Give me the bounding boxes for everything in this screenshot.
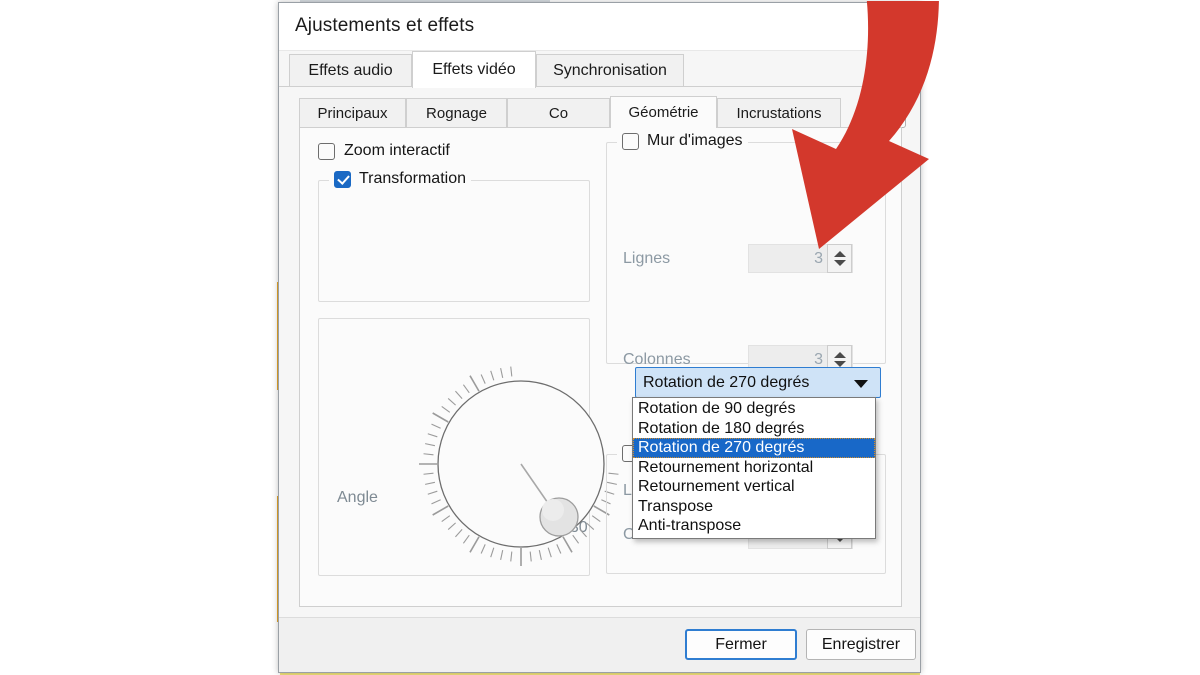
- tab-incrustations[interactable]: Incrustations: [717, 98, 841, 128]
- checkbox-box[interactable]: [334, 170, 351, 188]
- screen: Ajustements et effets x Effets audio Eff…: [0, 0, 1200, 675]
- chevron-right-icon[interactable]: [882, 97, 906, 128]
- dropdown-option[interactable]: Transpose: [633, 497, 875, 517]
- caret-up-icon[interactable]: [833, 251, 846, 257]
- checkbox-zoom-interactif[interactable]: Zoom interactif: [318, 142, 450, 160]
- dropdown-option[interactable]: Rotation de 180 degrés: [633, 419, 875, 439]
- tab-rognage[interactable]: Rognage: [406, 98, 507, 128]
- dropdown-option[interactable]: Retournement vertical: [633, 477, 875, 497]
- enregistrer-button[interactable]: Enregistrer: [806, 629, 916, 660]
- checkbox-label: Zoom interactif: [344, 142, 450, 159]
- dialog-title: Ajustements et effets: [295, 15, 475, 36]
- angle-dial[interactable]: [401, 349, 641, 589]
- checkbox-box[interactable]: [622, 132, 639, 150]
- mur-lignes-stepper[interactable]: [827, 244, 852, 273]
- geometrie-panel: Zoom interactif Transformation Angle 330: [299, 127, 902, 607]
- combobox-value: Rotation de 270 degrés: [643, 373, 810, 391]
- tab-effets-audio[interactable]: Effets audio: [289, 54, 412, 87]
- group-mur-dimages-header[interactable]: Mur d'images: [617, 132, 748, 150]
- tab-page-effets-video: Principaux Rognage Co Géométrie Incrusta…: [279, 87, 920, 619]
- tab-synchronisation[interactable]: Synchronisation: [536, 54, 684, 87]
- close-icon[interactable]: x: [881, 12, 911, 42]
- caret-down-icon[interactable]: [833, 260, 846, 266]
- inner-tab-bar: Principaux Rognage Co Géométrie Incrusta…: [299, 96, 906, 128]
- dropdown-option[interactable]: Rotation de 90 degrés: [633, 399, 875, 419]
- adjustments-effects-dialog: Ajustements et effets x Effets audio Eff…: [278, 1, 939, 673]
- outer-tab-bar: Effets audio Effets vidéo Synchronisatio…: [279, 51, 920, 88]
- checkbox-label: Mur d'images: [647, 132, 743, 149]
- mur-lignes-spinner[interactable]: 3: [748, 244, 853, 273]
- checkbox-box[interactable]: [318, 142, 335, 160]
- fermer-button[interactable]: Fermer: [685, 629, 797, 660]
- tab-geometrie[interactable]: Géométrie: [610, 96, 717, 128]
- angle-label: Angle: [337, 489, 378, 506]
- dropdown-option[interactable]: Anti-transpose: [633, 516, 875, 536]
- transformation-dropdown-list[interactable]: Rotation de 90 degrés Rotation de 180 deg…: [632, 397, 876, 539]
- dialog-titlebar: Ajustements et effets x: [279, 3, 920, 51]
- caret-up-icon[interactable]: [833, 352, 846, 358]
- group-rotation: Angle 330: [318, 318, 619, 576]
- checkbox-label: Transformation: [359, 170, 466, 187]
- chevron-down-icon[interactable]: [854, 380, 868, 388]
- tab-principaux[interactable]: Principaux: [299, 98, 406, 128]
- group-transformation-header[interactable]: Transformation: [329, 170, 471, 188]
- group-mur-dimages: Mur d'images Lignes 3 Colonnes 3: [606, 132, 886, 374]
- dialog-footer: Fermer Enregistrer: [279, 617, 920, 672]
- dropdown-option[interactable]: Retournement horizontal: [633, 458, 875, 478]
- tab-couleurs[interactable]: Co: [507, 98, 610, 128]
- transformation-combobox[interactable]: Rotation de 270 degrés: [635, 367, 881, 398]
- angle-dial-svg[interactable]: [401, 349, 641, 589]
- group-transformation: Transformation: [318, 170, 590, 302]
- mur-lignes-label: Lignes: [623, 250, 671, 267]
- tab-effets-video[interactable]: Effets vidéo: [412, 51, 536, 88]
- dropdown-option[interactable]: Rotation de 270 degrés: [633, 438, 875, 458]
